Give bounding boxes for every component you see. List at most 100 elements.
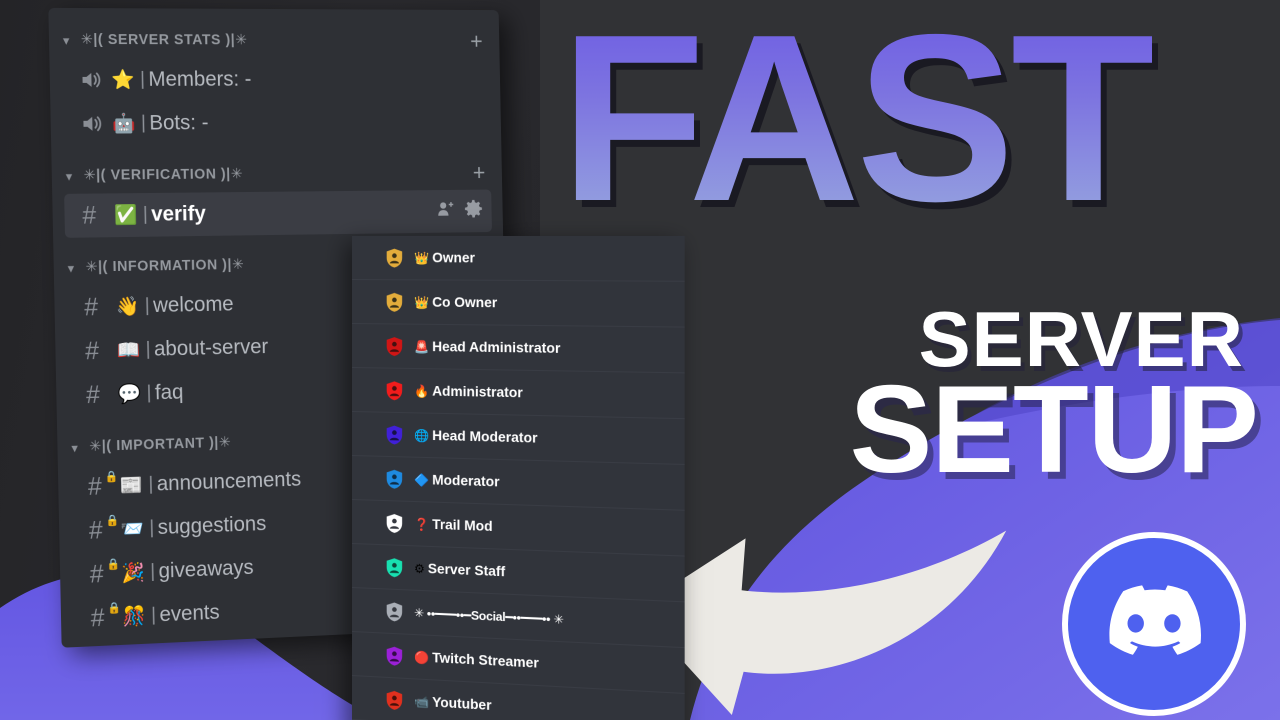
channel-row-bots-counter[interactable]: 🤖 | Bots: - <box>62 101 490 146</box>
confetti-ball-emoji: 🎊 <box>120 606 148 626</box>
star-emoji: ⭐ <box>109 70 137 89</box>
category-label: ✳|( VERIFICATION )|✳ <box>83 165 473 184</box>
curved-arrow-left-icon <box>632 505 1022 720</box>
lock-icon: 🔒 <box>106 515 120 526</box>
newspaper-emoji: 📰 <box>117 476 145 496</box>
red-circle-emoji: 🔴 <box>414 650 429 665</box>
headline-setup: SETUP <box>850 368 1258 492</box>
role-shield-icon <box>386 645 403 666</box>
hash-lock-icon: # 🔒 <box>89 517 119 543</box>
speaker-icon <box>80 114 110 134</box>
channel-name: suggestions <box>157 512 266 540</box>
role-name: Youtuber <box>432 694 491 713</box>
channel-name: Members: - <box>148 68 251 92</box>
role-name: Server Staff <box>428 561 505 579</box>
role-shield-icon <box>386 513 403 534</box>
channel-name: events <box>159 601 220 627</box>
role-shield-icon <box>386 601 403 622</box>
speaker-icon <box>79 70 109 90</box>
role-name: Administrator <box>432 383 523 400</box>
party-popper-emoji: 🎉 <box>119 563 147 583</box>
hash-icon: # <box>84 294 114 319</box>
channel-separator: | <box>141 295 153 317</box>
plus-icon[interactable]: + <box>473 161 486 183</box>
role-shield-icon <box>386 248 403 268</box>
lock-icon: 🔒 <box>105 471 119 482</box>
role-row-co-owner[interactable]: 👑 Co Owner <box>352 280 685 328</box>
check-mark-emoji: ✅ <box>112 206 140 225</box>
incoming-envelope-emoji: 📨 <box>118 519 146 539</box>
role-shield-icon <box>386 689 403 710</box>
role-name: Head Moderator <box>432 428 537 446</box>
channel-separator: | <box>136 69 148 91</box>
channel-name: faq <box>155 381 184 406</box>
hash-lock-icon: # 🔒 <box>91 605 121 631</box>
hash-icon: # <box>82 203 112 228</box>
channel-name: about-server <box>154 335 269 361</box>
role-row-owner[interactable]: 👑 Owner <box>352 236 685 282</box>
channel-row-members-counter[interactable]: ⭐ | Members: - <box>61 58 489 102</box>
thumbnail-canvas: FAST SERVER SETUP ▾ ✳|( SERVER STATS )|✳… <box>0 0 1280 720</box>
discord-logo-icon <box>1058 528 1250 720</box>
role-name: Twitch Streamer <box>432 650 539 671</box>
role-name: Moderator <box>432 472 499 489</box>
video-camera-emoji: 📹 <box>414 694 429 709</box>
role-shield-icon <box>386 468 403 489</box>
chevron-down-icon[interactable]: ▾ <box>66 169 84 182</box>
chevron-down-icon[interactable]: ▾ <box>71 440 89 454</box>
globe-emoji: 🌐 <box>414 428 429 442</box>
headline-fast: FAST <box>560 6 1152 231</box>
role-name: Trail Mod <box>432 517 492 534</box>
role-shield-icon <box>386 292 403 312</box>
siren-emoji: 🚨 <box>414 339 429 353</box>
crown-emoji: 👑 <box>414 295 429 309</box>
channel-separator: | <box>147 561 159 583</box>
fire-emoji: 🔥 <box>414 384 429 398</box>
channel-separator: | <box>137 113 149 135</box>
channel-separator: | <box>143 382 155 404</box>
crown-emoji: 👑 <box>414 251 429 265</box>
channel-row-verify[interactable]: # ✅ | verify <box>64 190 492 238</box>
robot-emoji: 🤖 <box>110 114 138 133</box>
role-name: ✳ ••━━━••━Social━••━━━•• ✳ <box>414 605 564 626</box>
channel-name: giveaways <box>158 556 254 584</box>
role-shield-icon <box>386 424 403 445</box>
chevron-down-icon[interactable]: ▾ <box>63 33 81 46</box>
channel-separator: | <box>146 517 158 539</box>
category-header-verification[interactable]: ▾ ✳|( VERIFICATION )|✳ + <box>63 155 491 194</box>
open-book-emoji: 📖 <box>115 341 143 361</box>
channel-separator: | <box>148 604 160 626</box>
category-header-server-stats[interactable]: ▾ ✳|( SERVER STATS )|✳ + <box>61 22 489 58</box>
role-shield-icon <box>386 380 403 400</box>
lock-icon: 🔒 <box>108 603 122 615</box>
role-row-head-administrator[interactable]: 🚨 Head Administrator <box>352 324 685 373</box>
category-label: ✳|( SERVER STATS )|✳ <box>81 32 471 49</box>
question-mark-emoji: ❓ <box>414 517 429 532</box>
role-shield-icon <box>386 336 403 356</box>
role-name: Co Owner <box>432 295 497 311</box>
speech-balloon-emoji: 💬 <box>116 384 144 404</box>
channel-name: verify <box>151 202 206 226</box>
waving-hand-emoji: 👋 <box>114 297 142 316</box>
role-name: Head Administrator <box>432 339 560 356</box>
chevron-down-icon[interactable]: ▾ <box>68 261 86 274</box>
channel-name: announcements <box>157 468 302 497</box>
channel-separator: | <box>142 339 154 361</box>
channel-name: Bots: - <box>149 111 209 135</box>
role-name: Owner <box>432 250 475 265</box>
row-spacer <box>206 212 428 215</box>
channel-separator: | <box>145 474 157 496</box>
role-shield-icon <box>386 557 403 578</box>
gear-icon[interactable] <box>464 199 482 222</box>
role-row-administrator[interactable]: 🔥 Administrator <box>352 368 685 419</box>
add-member-icon[interactable] <box>437 200 456 222</box>
channel-separator: | <box>139 204 151 226</box>
lock-icon: 🔒 <box>107 559 121 570</box>
hash-lock-icon: # 🔒 <box>88 473 118 499</box>
hash-icon: # <box>85 338 115 364</box>
gear-emoji: ⚙ <box>414 561 425 576</box>
channel-name: welcome <box>153 293 234 318</box>
roles-list-panel: 👑 Owner 👑 Co Owner 🚨 Head Administrator … <box>352 236 685 720</box>
blue-diamond-emoji: 🔷 <box>414 472 429 487</box>
plus-icon[interactable]: + <box>470 30 483 52</box>
